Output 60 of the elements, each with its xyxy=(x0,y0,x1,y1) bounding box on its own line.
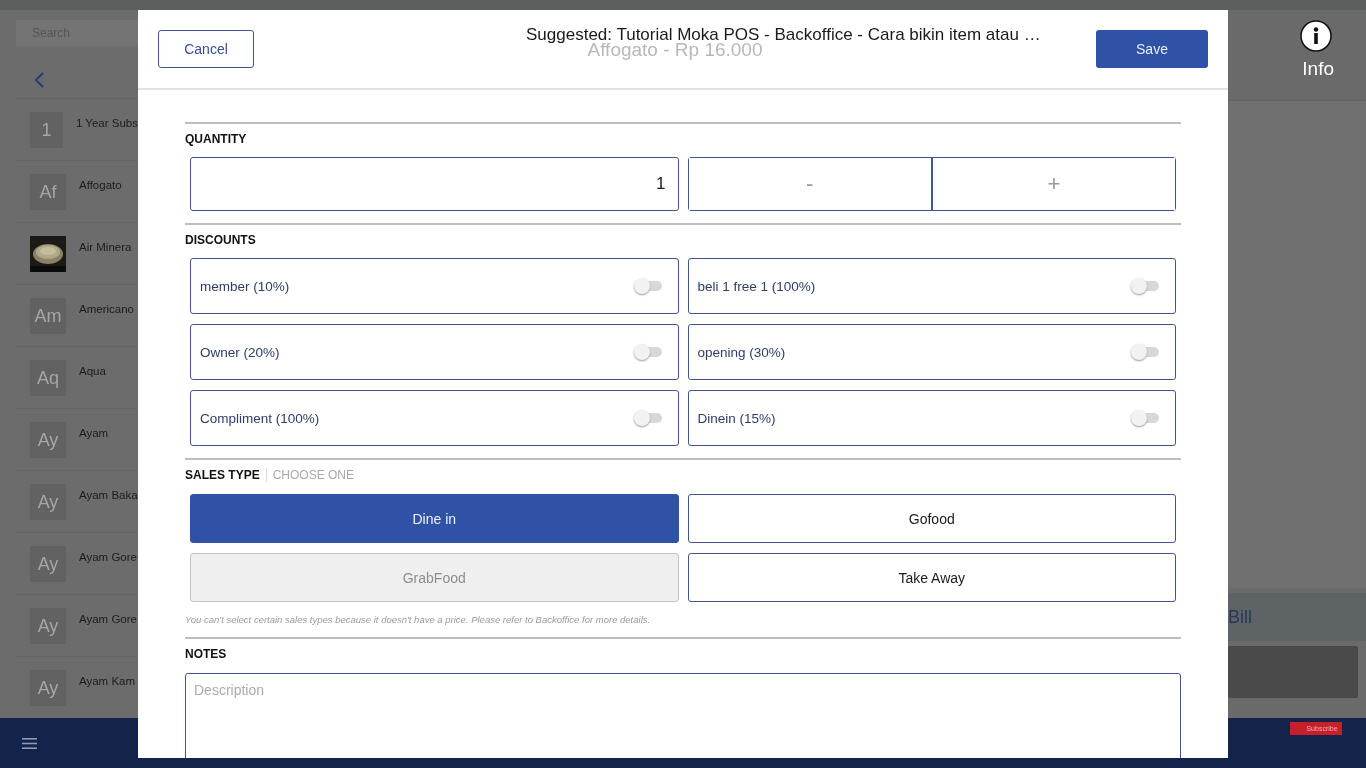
product-name: Ayam xyxy=(79,427,109,439)
info-icon[interactable] xyxy=(1300,20,1332,52)
product-name: Ayam Gore xyxy=(79,551,137,563)
toggle-switch[interactable] xyxy=(1133,413,1159,423)
description-field[interactable]: Description xyxy=(185,673,1181,758)
product-thumbnail: Ay xyxy=(30,670,66,706)
product-item[interactable]: Ay Ayam Baka xyxy=(16,470,138,532)
product-item[interactable]: Am Americano xyxy=(16,284,138,346)
toggle-switch[interactable] xyxy=(1133,281,1159,291)
product-thumbnail: Aq xyxy=(30,360,66,396)
toggle-switch[interactable] xyxy=(1133,347,1159,357)
discount-option[interactable]: Compliment (100%) xyxy=(190,390,679,446)
product-thumbnail: Ay xyxy=(30,422,66,458)
save-button[interactable]: Save xyxy=(1096,30,1208,68)
cancel-button[interactable]: Cancel xyxy=(158,30,254,68)
product-name: Affogato xyxy=(79,179,122,191)
product-name: Americano xyxy=(79,303,134,315)
product-name: Ayam Kam xyxy=(79,675,136,687)
product-name: 1 Year Subs xyxy=(75,117,138,129)
sales-type-button[interactable]: Gofood xyxy=(687,494,1176,543)
info-label: Info xyxy=(1302,58,1334,80)
discount-option[interactable]: Dinein (15%) xyxy=(687,390,1176,446)
product-name: Ayam Gore xyxy=(79,613,137,625)
product-thumbnail: Ay xyxy=(30,608,66,644)
product-name: Aqua xyxy=(79,365,106,377)
section-label: QUANTITY xyxy=(185,132,248,146)
section-label: NOTES xyxy=(185,647,228,661)
product-item[interactable]: Ay Ayam Gore xyxy=(16,532,138,594)
sales-type-button[interactable]: Dine in xyxy=(190,494,679,543)
product-name: Air Minera xyxy=(79,241,132,253)
section-label: DISCOUNTS xyxy=(185,233,257,247)
discount-option[interactable]: Owner (20%) xyxy=(190,324,679,380)
dark-button[interactable] xyxy=(1228,646,1358,698)
product-item[interactable]: Ay Ayam xyxy=(16,408,138,470)
product-thumbnail: Am xyxy=(30,298,66,334)
sales-type-button[interactable]: Take Away xyxy=(687,553,1176,602)
product-item[interactable]: Air Minera xyxy=(16,222,138,284)
product-thumbnail: Ay xyxy=(30,484,66,520)
product-name: Ayam Baka xyxy=(79,489,138,501)
product-thumbnail: Af xyxy=(30,174,66,210)
discount-option[interactable]: member (10%) xyxy=(190,258,679,314)
toggle-switch[interactable] xyxy=(635,347,662,357)
back-icon[interactable] xyxy=(34,72,46,88)
modal-title: Affogato - Rp 16.000 xyxy=(587,39,763,61)
product-thumbnail: Ay xyxy=(30,546,66,582)
product-item[interactable]: Aq Aqua xyxy=(16,346,138,408)
discount-option[interactable]: opening (30%) xyxy=(687,324,1176,380)
discount-option[interactable]: beli 1 free 1 (100%) xyxy=(687,258,1176,314)
section-label: SALES TYPE xyxy=(185,468,260,482)
section-hint: CHOOSE ONE xyxy=(265,468,355,482)
menu-icon[interactable] xyxy=(22,737,37,749)
product-item[interactable]: Ay Ayam Gore xyxy=(16,594,138,656)
product-item[interactable]: 1 1 Year Subs xyxy=(16,98,138,160)
product-item[interactable]: Af Affogato xyxy=(16,160,138,222)
toggle-switch[interactable] xyxy=(635,413,662,423)
quantity-field[interactable]: 1 xyxy=(190,157,679,211)
product-thumbnail: 1 xyxy=(30,112,63,148)
toggle-switch[interactable] xyxy=(635,281,662,291)
sales-type-note: You can't select certain sales types because it doesn't have a price. Please refer to Backoffice for more details. xyxy=(185,614,652,625)
increase-button[interactable]: + xyxy=(930,158,1175,210)
